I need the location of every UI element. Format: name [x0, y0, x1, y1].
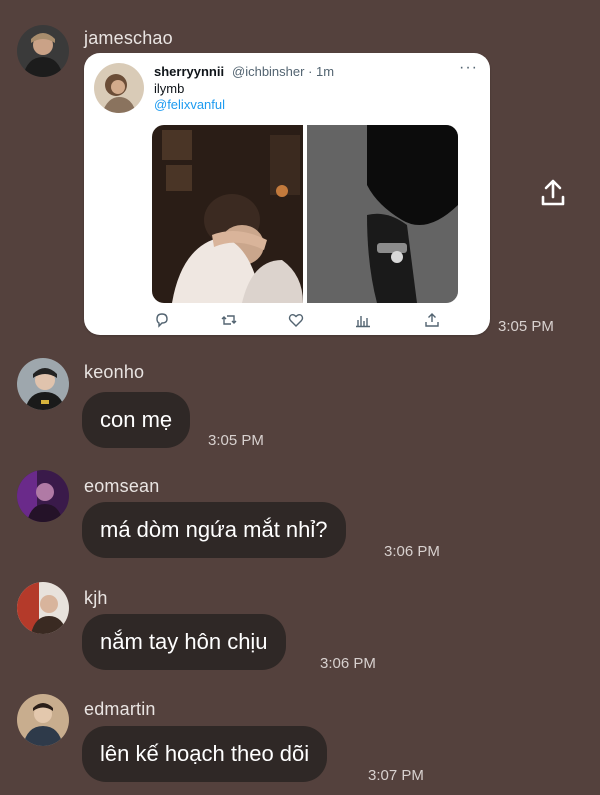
avatar-edmartin[interactable]	[17, 694, 69, 746]
timestamp: 3:06 PM	[384, 543, 440, 560]
username-kjh: kjh	[84, 588, 108, 608]
avatar-jameschao[interactable]	[17, 25, 69, 77]
tweet-embed-card[interactable]: sherryynnii @ichbinsher · 1m ilymb @feli…	[84, 53, 490, 335]
tweet-author-name[interactable]: sherryynnii	[154, 64, 224, 79]
avatar-kjh[interactable]	[17, 582, 69, 634]
timestamp: 3:05 PM	[498, 318, 554, 335]
username-jameschao: jameschao	[84, 28, 173, 48]
views-icon[interactable]	[355, 312, 371, 328]
message-bubble: con mẹ	[82, 392, 191, 448]
tweet-photo-left[interactable]	[152, 125, 303, 303]
reply-icon[interactable]	[154, 312, 170, 328]
username-edmartin: edmartin	[84, 699, 156, 719]
username-eomsean: eomsean	[84, 476, 160, 496]
username-keonho: keonho	[84, 362, 145, 382]
timestamp: 3:06 PM	[320, 655, 376, 672]
message-bubble: lên kế hoạch theo dõi	[82, 726, 328, 782]
tweet-author-avatar[interactable]	[94, 63, 144, 113]
heart-icon[interactable]	[288, 312, 304, 328]
share-icon[interactable]	[424, 312, 440, 328]
tweet-author-handle: @ichbinsher · 1m	[232, 64, 335, 79]
share-upload-icon[interactable]	[533, 173, 573, 213]
more-options-icon[interactable]: ···	[459, 59, 478, 77]
avatar-keonho[interactable]	[17, 358, 69, 410]
retweet-icon[interactable]	[221, 312, 237, 328]
message-bubble: má dòm ngứa mắt nhỉ?	[82, 502, 346, 558]
tweet-mention-link[interactable]: @felixvanful	[154, 97, 225, 112]
message-bubble: nắm tay hôn chịu	[82, 614, 286, 670]
timestamp: 3:05 PM	[208, 432, 264, 449]
timestamp: 3:07 PM	[368, 767, 424, 784]
tweet-photo-right[interactable]	[307, 125, 458, 303]
avatar-eomsean[interactable]	[17, 470, 69, 522]
tweet-text: ilymb	[154, 81, 185, 96]
